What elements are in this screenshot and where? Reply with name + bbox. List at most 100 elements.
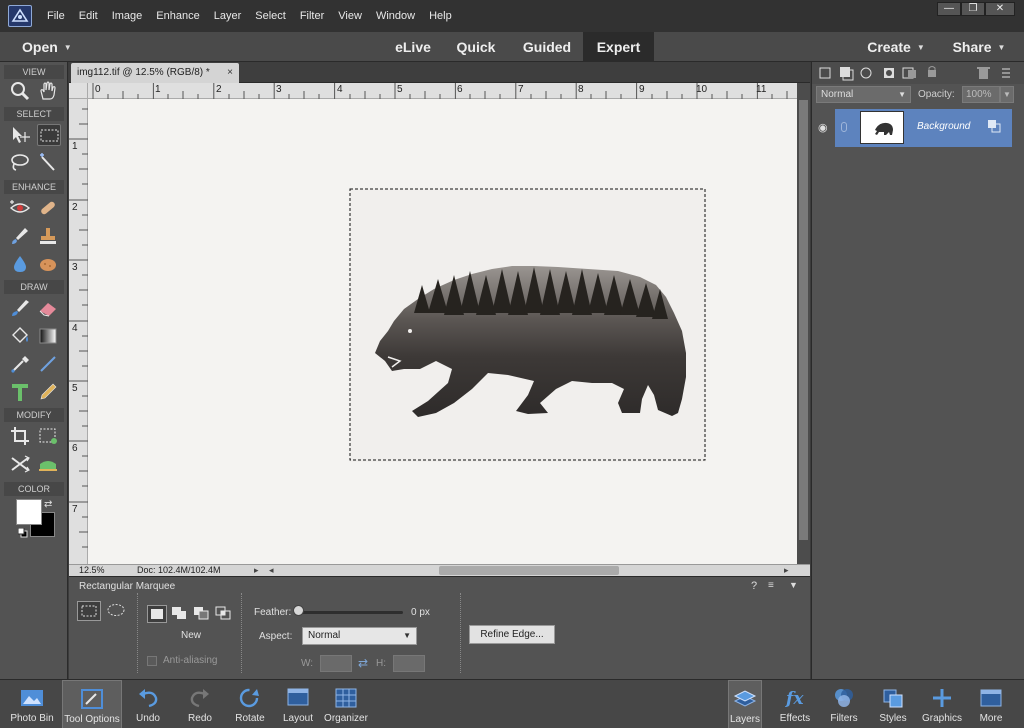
tool-options-panel: Rectangular Marquee New Anti-aliasing Fe… — [69, 576, 810, 679]
layer-visibility-eye-icon[interactable]: ◉ — [818, 121, 828, 134]
swap-colors-icon[interactable]: ⇄ — [44, 499, 58, 511]
default-colors-icon[interactable] — [17, 527, 28, 538]
height-input[interactable] — [393, 655, 425, 672]
rotate-button[interactable]: Rotate — [226, 680, 274, 728]
menu-window[interactable]: Window — [369, 0, 422, 32]
aspect-select[interactable]: Normal ▼ — [302, 627, 417, 645]
close-button[interactable]: ✕ — [985, 2, 1015, 16]
rectangular-marquee-option[interactable] — [77, 601, 101, 621]
line-tool[interactable] — [36, 353, 60, 375]
more-button[interactable]: More — [972, 680, 1010, 728]
menu-file[interactable]: File — [40, 0, 72, 32]
tool-options-button[interactable]: Tool Options — [62, 680, 122, 728]
layer-link-icon — [841, 122, 847, 132]
menu-image[interactable]: Image — [105, 0, 150, 32]
paint-bucket-tool[interactable] — [8, 325, 32, 347]
horizontal-scroll-thumb[interactable] — [439, 566, 619, 575]
anti-aliasing-checkbox[interactable] — [147, 656, 157, 666]
redo-button[interactable]: Redo — [180, 680, 220, 728]
brush-tool[interactable] — [8, 297, 32, 319]
pencil-tool[interactable] — [36, 381, 60, 403]
recompose-tool[interactable] — [36, 425, 60, 447]
minimize-button[interactable]: — — [937, 2, 961, 16]
share-button[interactable]: Share ▼ — [942, 32, 1016, 62]
straighten-tool[interactable] — [36, 453, 60, 475]
menu-help[interactable]: Help — [422, 0, 459, 32]
subtract-from-selection-button[interactable] — [191, 605, 211, 623]
content-aware-move-tool[interactable] — [8, 453, 32, 475]
vertical-ruler[interactable]: 1 2 3 4 5 6 7 — [69, 99, 88, 564]
lasso-tool[interactable] — [8, 152, 32, 174]
menu-layer[interactable]: Layer — [207, 0, 249, 32]
quick-selection-tool[interactable] — [36, 152, 60, 174]
smart-brush-tool[interactable] — [8, 225, 32, 247]
refine-edge-button[interactable]: Refine Edge... — [469, 625, 555, 644]
horizontal-ruler[interactable]: 0 1 2 3 4 5 6 7 8 9 10 11 — [88, 83, 797, 99]
clone-stamp-tool[interactable] — [36, 225, 60, 247]
scroll-right-arrow-icon[interactable]: ▸ — [784, 565, 789, 576]
blur-tool[interactable] — [8, 253, 32, 275]
filters-button[interactable]: Filters — [824, 680, 864, 728]
sponge-tool[interactable] — [36, 253, 60, 275]
eyedropper-tool[interactable] — [8, 353, 32, 375]
rectangular-marquee-tool[interactable] — [37, 124, 61, 146]
new-selection-button[interactable] — [147, 605, 167, 623]
layers-button[interactable]: Layers — [728, 680, 762, 728]
red-eye-tool[interactable] — [8, 197, 32, 219]
hand-tool[interactable] — [36, 80, 60, 102]
document-size[interactable]: Doc: 102.4M/102.4M — [137, 565, 221, 575]
document-tab[interactable]: img112.tif @ 12.5% (RGB/8) * × — [71, 63, 239, 83]
collapse-options-icon[interactable]: ▼ — [789, 580, 798, 590]
feather-slider-thumb[interactable] — [293, 605, 304, 616]
brush-icon — [12, 300, 29, 316]
blend-mode-select[interactable]: Normal ▼ — [816, 86, 911, 103]
image-canvas[interactable] — [88, 99, 797, 564]
menu-filter[interactable]: Filter — [293, 0, 331, 32]
mode-elive[interactable]: eLive — [378, 32, 448, 62]
mode-quick[interactable]: Quick — [445, 32, 507, 62]
organizer-icon — [335, 688, 357, 708]
menu-enhance[interactable]: Enhance — [149, 0, 206, 32]
healing-brush-tool[interactable] — [36, 197, 60, 219]
menu-edit[interactable]: Edit — [72, 0, 105, 32]
graphics-button[interactable]: Graphics — [920, 680, 964, 728]
styles-button[interactable]: Styles — [872, 680, 914, 728]
swap-dimensions-icon[interactable]: ⇄ — [358, 656, 368, 670]
mode-guided[interactable]: Guided — [512, 32, 582, 62]
layout-button[interactable]: Layout — [278, 680, 318, 728]
undo-button[interactable]: Undo — [128, 680, 168, 728]
feather-slider-track[interactable] — [295, 611, 403, 614]
help-icon[interactable]: ? — [751, 580, 757, 592]
menu-view[interactable]: View — [331, 0, 369, 32]
ruler-h-label-2: 2 — [216, 84, 222, 95]
layer-row-background[interactable]: Background — [835, 109, 1012, 147]
create-button[interactable]: Create ▼ — [858, 32, 934, 62]
foreground-color-swatch[interactable] — [16, 499, 42, 525]
open-button[interactable]: Open ▼ — [14, 32, 84, 62]
organizer-button[interactable]: Organizer — [322, 680, 370, 728]
layer-lock-icon[interactable] — [987, 119, 1001, 133]
eraser-tool[interactable] — [36, 297, 60, 319]
opacity-input[interactable]: 100% — [962, 86, 1000, 103]
crop-tool[interactable] — [8, 425, 32, 447]
photo-bin-button[interactable]: Photo Bin — [6, 680, 58, 728]
intersect-selection-button[interactable] — [213, 605, 233, 623]
gradient-tool[interactable] — [36, 325, 60, 347]
options-menu-icon[interactable]: ≡ — [768, 580, 774, 591]
menu-select[interactable]: Select — [248, 0, 293, 32]
opacity-dropdown-icon[interactable]: ▼ — [1000, 86, 1014, 103]
scroll-left-arrow-icon[interactable]: ◂ — [269, 565, 274, 576]
vertical-scroll-thumb[interactable] — [799, 100, 808, 540]
type-tool[interactable] — [8, 381, 32, 403]
restore-button[interactable]: ❐ — [961, 2, 985, 16]
status-menu-arrow-icon[interactable]: ▸ — [254, 565, 259, 576]
zoom-tool[interactable] — [8, 80, 32, 102]
width-input[interactable] — [320, 655, 352, 672]
elliptical-marquee-option[interactable] — [105, 601, 127, 621]
mode-expert[interactable]: Expert — [583, 32, 654, 62]
add-to-selection-button[interactable] — [169, 605, 189, 623]
zoom-level[interactable]: 12.5% — [79, 565, 105, 575]
move-tool[interactable] — [8, 124, 32, 146]
document-tab-close-icon[interactable]: × — [227, 63, 233, 83]
effects-button[interactable]: fx Effects — [774, 680, 816, 728]
